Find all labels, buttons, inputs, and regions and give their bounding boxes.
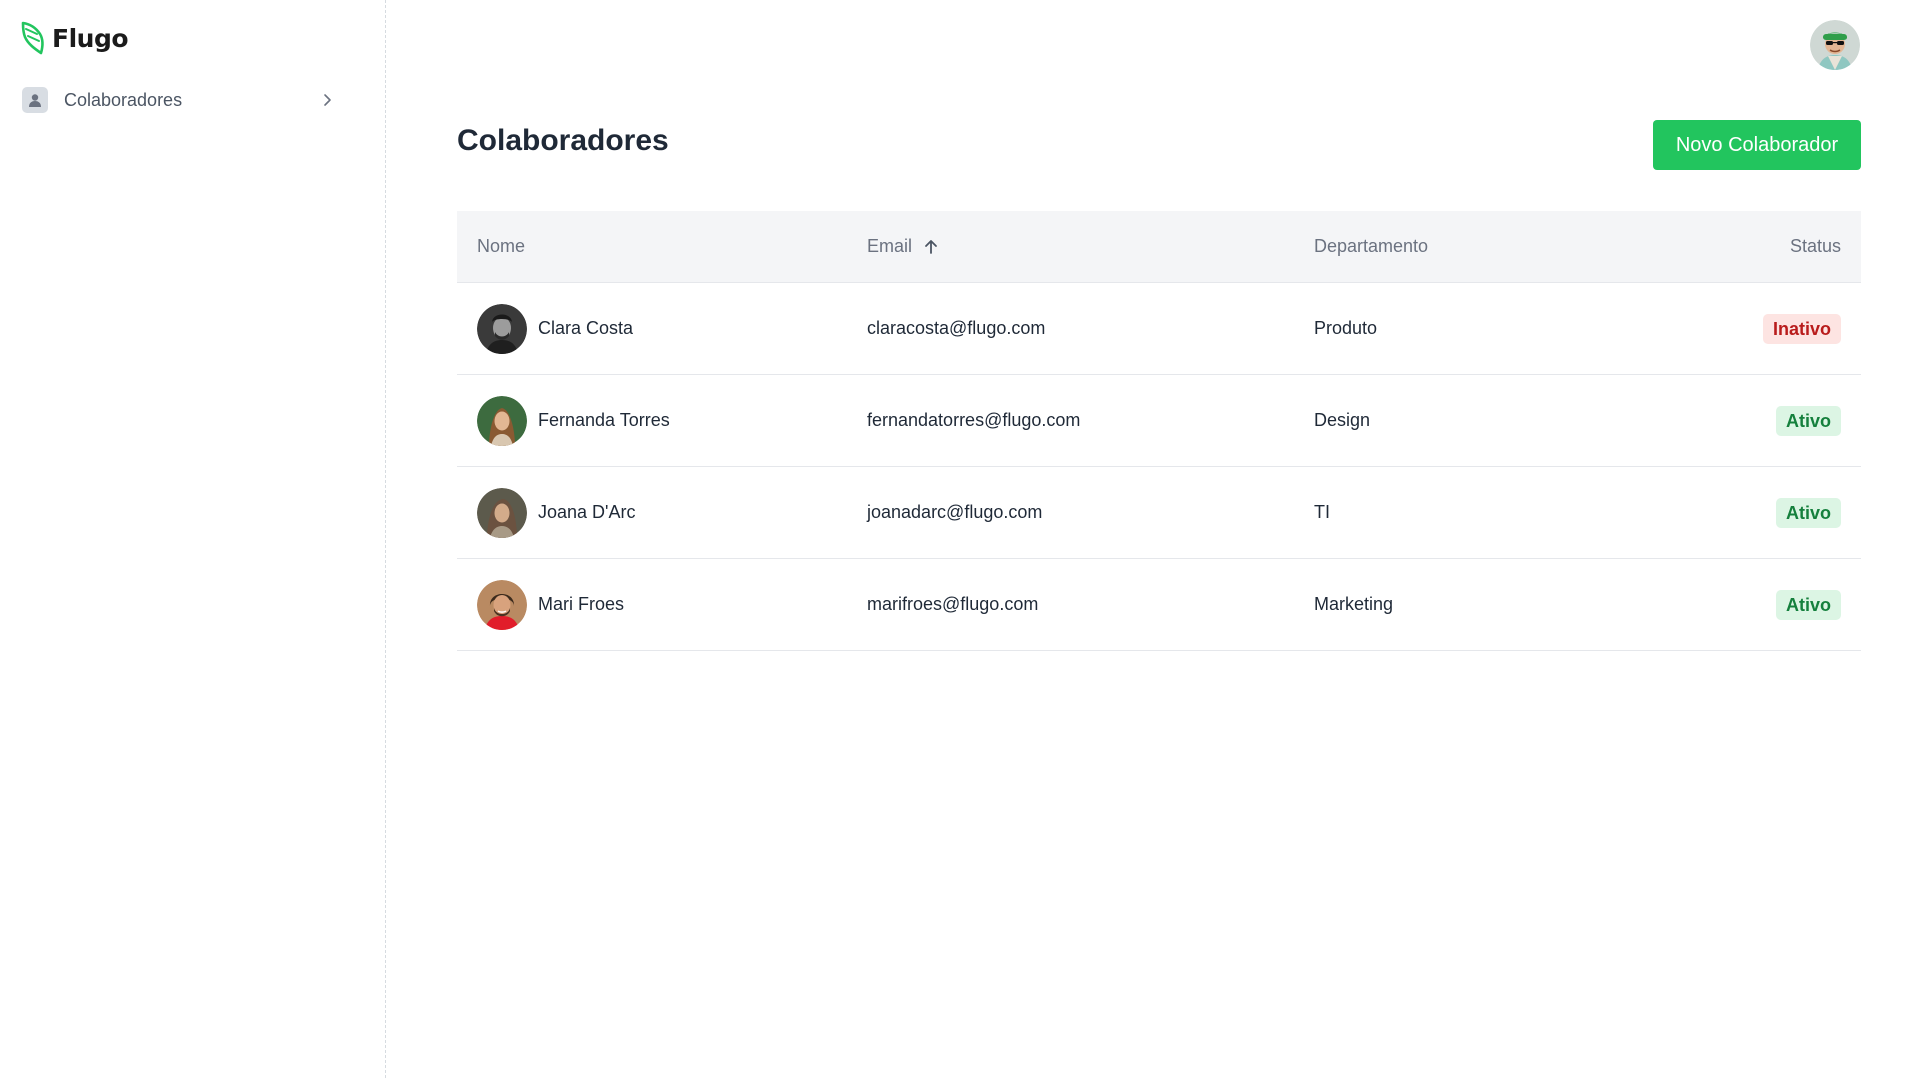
cell-name-text: Fernanda Torres [538,410,670,430]
table-row[interactable]: Clara Costa claracosta@flugo.com Produto… [457,283,1861,375]
table-header: Nome Email Departamento Status [457,211,1861,283]
cell-department: TI [1314,502,1330,522]
cell-email: marifroes@flugo.com [867,594,1039,614]
sidebar-item-label: Colaboradores [64,89,183,110]
cell-name-text: Clara Costa [538,318,634,338]
sort-ascending-icon[interactable] [922,238,940,256]
flugo-leaf-icon [21,21,44,55]
table-row[interactable]: Fernanda Torres fernandatorres@flugo.com… [457,375,1861,467]
cell-status: Ativo [1714,589,1861,620]
status-badge: Inativo [1762,313,1841,344]
cell-status: Inativo [1714,313,1861,344]
cell-department: Marketing [1314,594,1394,614]
status-badge: Ativo [1776,405,1841,436]
cell-status: Ativo [1714,497,1861,528]
sidebar-item-colaboradores[interactable]: Colaboradores [12,80,352,120]
user-icon [22,87,48,113]
logo[interactable]: Flugo [20,20,129,56]
column-header-name[interactable]: Nome [457,236,867,257]
column-header-email-label: Email [867,236,913,256]
avatar [477,487,527,538]
cell-name: Mari Froes [457,579,867,630]
cell-name-text: Joana D'Arc [538,502,636,522]
cell-email: fernandatorres@flugo.com [867,410,1081,430]
collaborators-table: Nome Email Departamento Status Clara Cos… [457,211,1861,651]
status-badge: Ativo [1776,497,1841,528]
table-row[interactable]: Mari Froes marifroes@flugo.com Marketing… [457,559,1861,651]
table-row[interactable]: Joana D'Arc joanadarc@flugo.com TI Ativo [457,467,1861,559]
chevron-right-icon [324,94,331,106]
column-header-department[interactable]: Departamento [1314,236,1714,257]
cell-name: Fernanda Torres [457,395,867,446]
cell-department: Design [1314,410,1371,430]
cell-name: Clara Costa [457,303,867,354]
page-title: Colaboradores [457,124,669,157]
column-header-status[interactable]: Status [1714,236,1861,257]
cell-name: Joana D'Arc [457,487,867,538]
avatar [477,395,527,446]
column-header-email[interactable]: Email [867,236,1314,257]
user-avatar-icon [1810,20,1860,70]
cell-department: Produto [1314,318,1378,338]
sidebar: Flugo Colaboradores [0,0,386,1078]
avatar [477,303,527,354]
new-collaborator-button[interactable]: Novo Colaborador [1653,120,1861,170]
cell-status: Ativo [1714,405,1861,436]
avatar [477,579,527,630]
logo-text: Flugo [52,23,129,53]
status-badge: Ativo [1776,589,1841,620]
user-avatar[interactable] [1810,20,1860,70]
cell-email: joanadarc@flugo.com [867,502,1043,522]
cell-email: claracosta@flugo.com [867,318,1046,338]
cell-name-text: Mari Froes [538,594,625,614]
